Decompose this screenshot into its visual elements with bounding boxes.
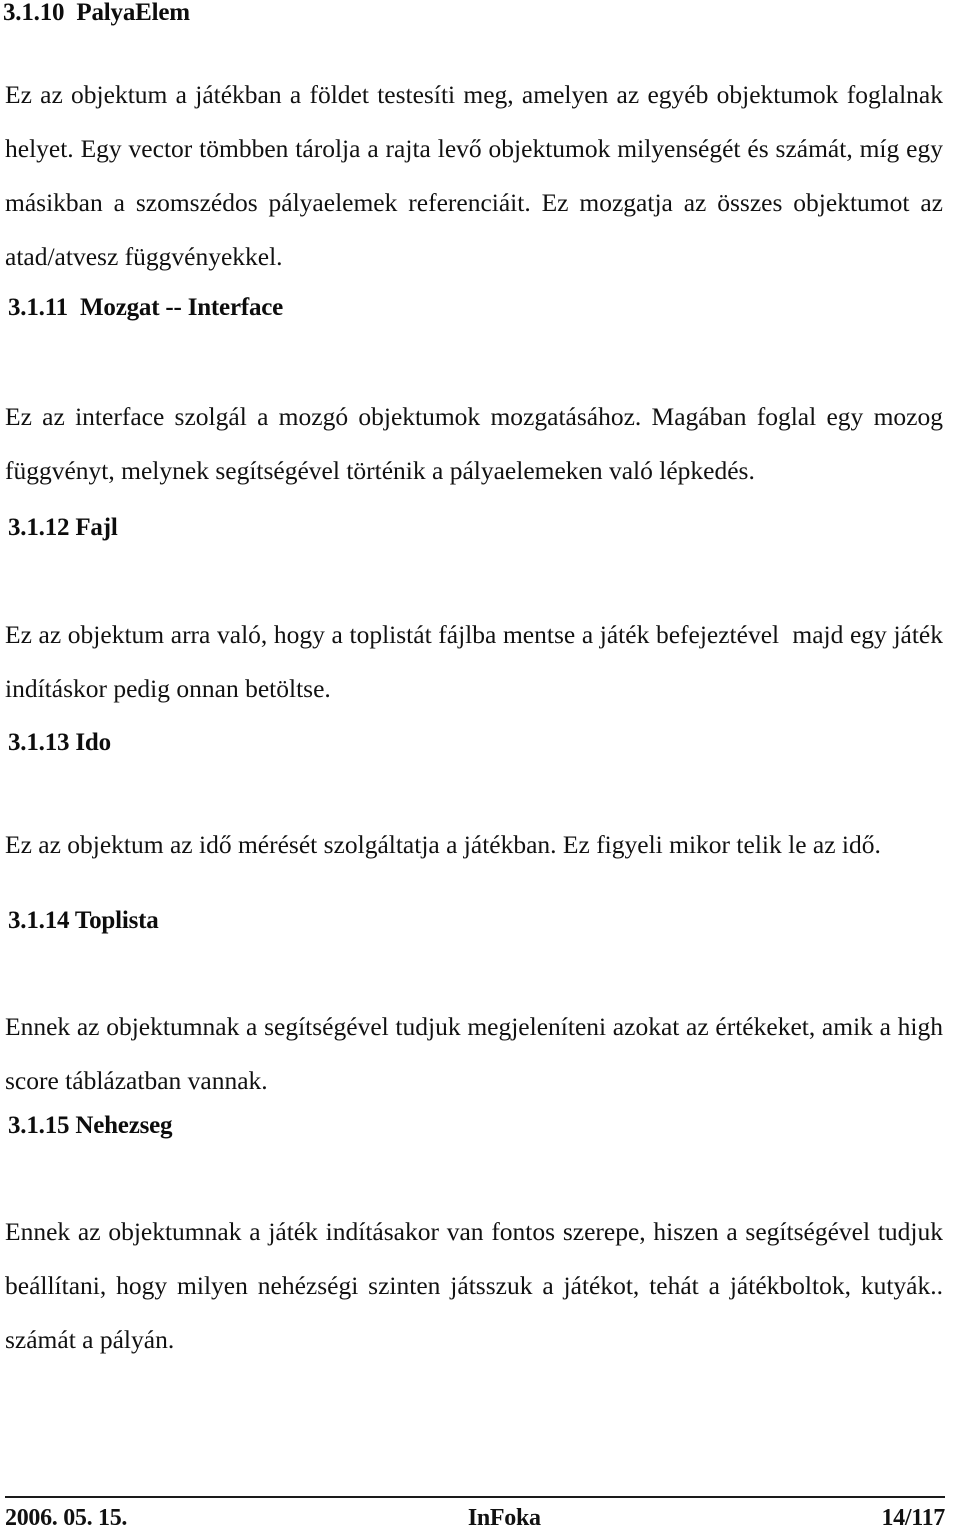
footer-row: 2006. 05. 15. InFoka 14/117 <box>5 1505 945 1532</box>
section-heading-3-1-11: 3.1.11 Mozgat -- Interface <box>8 294 284 321</box>
section-heading-3-1-14: 3.1.14 Toplista <box>8 907 159 934</box>
section-paragraph-3-1-11: Ez az interface szolgál a mozgó objektum… <box>5 402 950 485</box>
page-footer: 2006. 05. 15. InFoka 14/117 <box>5 1496 945 1532</box>
section-heading-3-1-13: 3.1.13 Ido <box>8 729 111 756</box>
section-heading-3-1-10: 3.1.10 PalyaElem <box>3 0 190 26</box>
section-paragraph-3-1-15: Ennek az objektumnak a játék indításakor… <box>5 1217 950 1354</box>
footer-page-number: 14/117 <box>881 1505 945 1531</box>
section-paragraph-3-1-13: Ez az objektum az idő mérését szolgáltat… <box>5 830 881 859</box>
section-paragraph-3-1-10: Ez az objektum a játékban a földet teste… <box>5 80 950 271</box>
section-paragraph-3-1-12: Ez az objektum arra való, hogy a toplist… <box>5 620 950 703</box>
section-heading-3-1-15: 3.1.15 Nehezseg <box>8 1112 173 1139</box>
footer-divider <box>5 1496 945 1498</box>
section-paragraph-3-1-14: Ennek az objektumnak a segítségével tudj… <box>5 1012 950 1095</box>
footer-organization: InFoka <box>467 1505 541 1531</box>
document-page: 3.1.10 PalyaElem Ez az objektum a játékb… <box>0 0 960 1537</box>
section-heading-3-1-12: 3.1.12 Fajl <box>8 514 118 541</box>
footer-date: 2006. 05. 15. <box>5 1505 128 1531</box>
